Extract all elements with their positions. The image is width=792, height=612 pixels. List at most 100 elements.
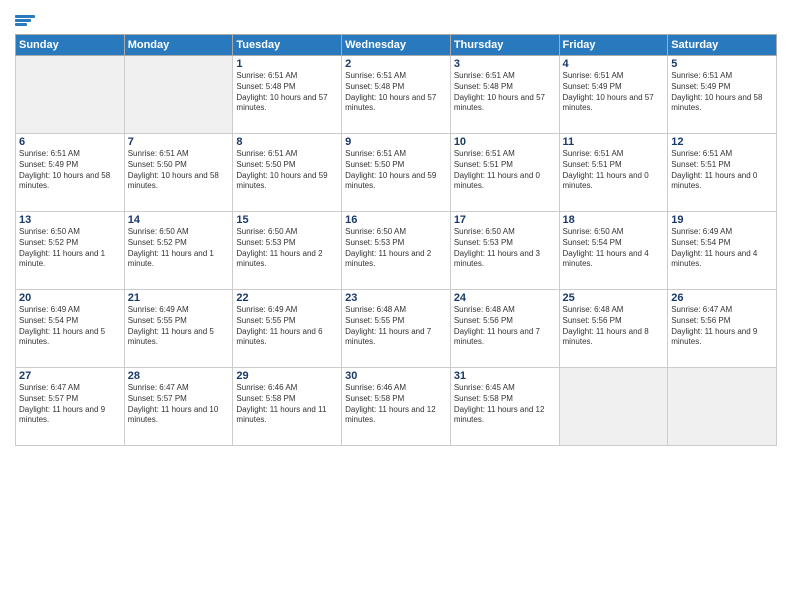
table-row: 30Sunrise: 6:46 AM Sunset: 5:58 PM Dayli… [342,368,451,446]
calendar-week-row: 1Sunrise: 6:51 AM Sunset: 5:48 PM Daylig… [16,56,777,134]
table-row [559,368,668,446]
table-row: 11Sunrise: 6:51 AM Sunset: 5:51 PM Dayli… [559,134,668,212]
day-info: Sunrise: 6:51 AM Sunset: 5:48 PM Dayligh… [236,71,338,114]
table-row: 21Sunrise: 6:49 AM Sunset: 5:55 PM Dayli… [124,290,233,368]
day-number: 20 [19,292,121,304]
day-info: Sunrise: 6:51 AM Sunset: 5:49 PM Dayligh… [19,149,121,192]
calendar-table: Sunday Monday Tuesday Wednesday Thursday… [15,34,777,446]
table-row: 27Sunrise: 6:47 AM Sunset: 5:57 PM Dayli… [16,368,125,446]
day-number: 8 [236,136,338,148]
day-info: Sunrise: 6:50 AM Sunset: 5:53 PM Dayligh… [236,227,338,270]
day-info: Sunrise: 6:51 AM Sunset: 5:50 PM Dayligh… [345,149,447,192]
header [15,10,777,30]
day-info: Sunrise: 6:48 AM Sunset: 5:55 PM Dayligh… [345,305,447,348]
day-number: 31 [454,370,556,382]
day-number: 1 [236,58,338,70]
day-number: 22 [236,292,338,304]
day-info: Sunrise: 6:49 AM Sunset: 5:55 PM Dayligh… [236,305,338,348]
day-info: Sunrise: 6:51 AM Sunset: 5:50 PM Dayligh… [128,149,230,192]
table-row: 6Sunrise: 6:51 AM Sunset: 5:49 PM Daylig… [16,134,125,212]
calendar-week-row: 6Sunrise: 6:51 AM Sunset: 5:49 PM Daylig… [16,134,777,212]
calendar-week-row: 20Sunrise: 6:49 AM Sunset: 5:54 PM Dayli… [16,290,777,368]
day-number: 3 [454,58,556,70]
table-row [668,368,777,446]
day-info: Sunrise: 6:46 AM Sunset: 5:58 PM Dayligh… [236,383,338,426]
day-info: Sunrise: 6:50 AM Sunset: 5:52 PM Dayligh… [128,227,230,270]
table-row: 14Sunrise: 6:50 AM Sunset: 5:52 PM Dayli… [124,212,233,290]
day-number: 2 [345,58,447,70]
table-row: 1Sunrise: 6:51 AM Sunset: 5:48 PM Daylig… [233,56,342,134]
table-row: 16Sunrise: 6:50 AM Sunset: 5:53 PM Dayli… [342,212,451,290]
day-number: 19 [671,214,773,226]
table-row: 12Sunrise: 6:51 AM Sunset: 5:51 PM Dayli… [668,134,777,212]
table-row: 26Sunrise: 6:47 AM Sunset: 5:56 PM Dayli… [668,290,777,368]
calendar-week-row: 13Sunrise: 6:50 AM Sunset: 5:52 PM Dayli… [16,212,777,290]
day-number: 26 [671,292,773,304]
day-number: 15 [236,214,338,226]
col-wednesday: Wednesday [342,35,451,56]
day-number: 9 [345,136,447,148]
table-row: 9Sunrise: 6:51 AM Sunset: 5:50 PM Daylig… [342,134,451,212]
day-number: 6 [19,136,121,148]
table-row: 22Sunrise: 6:49 AM Sunset: 5:55 PM Dayli… [233,290,342,368]
day-info: Sunrise: 6:51 AM Sunset: 5:48 PM Dayligh… [454,71,556,114]
calendar-week-row: 27Sunrise: 6:47 AM Sunset: 5:57 PM Dayli… [16,368,777,446]
day-info: Sunrise: 6:48 AM Sunset: 5:56 PM Dayligh… [454,305,556,348]
calendar-header-row: Sunday Monday Tuesday Wednesday Thursday… [16,35,777,56]
day-info: Sunrise: 6:49 AM Sunset: 5:54 PM Dayligh… [19,305,121,348]
table-row: 5Sunrise: 6:51 AM Sunset: 5:49 PM Daylig… [668,56,777,134]
table-row: 20Sunrise: 6:49 AM Sunset: 5:54 PM Dayli… [16,290,125,368]
table-row: 18Sunrise: 6:50 AM Sunset: 5:54 PM Dayli… [559,212,668,290]
table-row: 7Sunrise: 6:51 AM Sunset: 5:50 PM Daylig… [124,134,233,212]
day-number: 17 [454,214,556,226]
day-info: Sunrise: 6:49 AM Sunset: 5:55 PM Dayligh… [128,305,230,348]
day-info: Sunrise: 6:50 AM Sunset: 5:54 PM Dayligh… [563,227,665,270]
col-tuesday: Tuesday [233,35,342,56]
day-info: Sunrise: 6:50 AM Sunset: 5:53 PM Dayligh… [454,227,556,270]
day-number: 7 [128,136,230,148]
day-info: Sunrise: 6:51 AM Sunset: 5:51 PM Dayligh… [671,149,773,192]
logo [15,10,37,30]
table-row: 25Sunrise: 6:48 AM Sunset: 5:56 PM Dayli… [559,290,668,368]
day-info: Sunrise: 6:45 AM Sunset: 5:58 PM Dayligh… [454,383,556,426]
day-info: Sunrise: 6:48 AM Sunset: 5:56 PM Dayligh… [563,305,665,348]
day-number: 14 [128,214,230,226]
table-row: 4Sunrise: 6:51 AM Sunset: 5:49 PM Daylig… [559,56,668,134]
day-number: 30 [345,370,447,382]
table-row: 2Sunrise: 6:51 AM Sunset: 5:48 PM Daylig… [342,56,451,134]
table-row: 10Sunrise: 6:51 AM Sunset: 5:51 PM Dayli… [450,134,559,212]
col-friday: Friday [559,35,668,56]
day-number: 16 [345,214,447,226]
day-number: 13 [19,214,121,226]
table-row [124,56,233,134]
table-row: 15Sunrise: 6:50 AM Sunset: 5:53 PM Dayli… [233,212,342,290]
col-thursday: Thursday [450,35,559,56]
col-saturday: Saturday [668,35,777,56]
day-number: 18 [563,214,665,226]
table-row: 13Sunrise: 6:50 AM Sunset: 5:52 PM Dayli… [16,212,125,290]
table-row: 3Sunrise: 6:51 AM Sunset: 5:48 PM Daylig… [450,56,559,134]
day-number: 21 [128,292,230,304]
day-info: Sunrise: 6:51 AM Sunset: 5:51 PM Dayligh… [454,149,556,192]
table-row: 31Sunrise: 6:45 AM Sunset: 5:58 PM Dayli… [450,368,559,446]
day-info: Sunrise: 6:51 AM Sunset: 5:51 PM Dayligh… [563,149,665,192]
table-row: 17Sunrise: 6:50 AM Sunset: 5:53 PM Dayli… [450,212,559,290]
day-info: Sunrise: 6:51 AM Sunset: 5:50 PM Dayligh… [236,149,338,192]
day-info: Sunrise: 6:47 AM Sunset: 5:57 PM Dayligh… [128,383,230,426]
table-row: 28Sunrise: 6:47 AM Sunset: 5:57 PM Dayli… [124,368,233,446]
table-row [16,56,125,134]
col-sunday: Sunday [16,35,125,56]
day-number: 11 [563,136,665,148]
day-number: 28 [128,370,230,382]
day-number: 4 [563,58,665,70]
day-info: Sunrise: 6:47 AM Sunset: 5:57 PM Dayligh… [19,383,121,426]
day-number: 29 [236,370,338,382]
day-info: Sunrise: 6:46 AM Sunset: 5:58 PM Dayligh… [345,383,447,426]
table-row: 19Sunrise: 6:49 AM Sunset: 5:54 PM Dayli… [668,212,777,290]
table-row: 24Sunrise: 6:48 AM Sunset: 5:56 PM Dayli… [450,290,559,368]
day-info: Sunrise: 6:51 AM Sunset: 5:49 PM Dayligh… [563,71,665,114]
day-number: 27 [19,370,121,382]
day-number: 12 [671,136,773,148]
day-info: Sunrise: 6:50 AM Sunset: 5:52 PM Dayligh… [19,227,121,270]
col-monday: Monday [124,35,233,56]
